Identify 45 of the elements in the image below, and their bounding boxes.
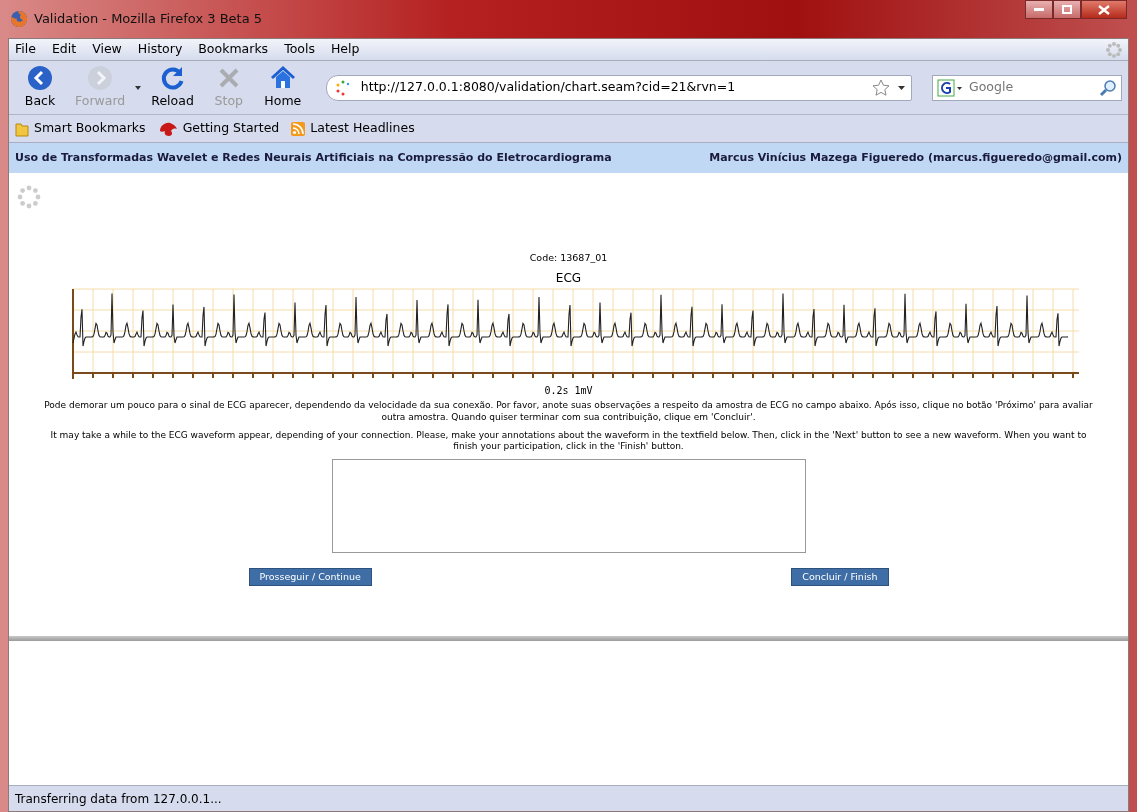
dropdown-arrow-icon[interactable] bbox=[898, 85, 905, 90]
dropdown-arrow-icon[interactable] bbox=[135, 85, 142, 90]
back-button[interactable]: Back bbox=[15, 64, 65, 111]
menu-item[interactable]: View bbox=[92, 40, 122, 59]
maximize-button[interactable] bbox=[1053, 0, 1081, 19]
throbber-icon bbox=[1106, 41, 1122, 58]
maximize-icon bbox=[1062, 5, 1072, 14]
bookmark-link[interactable]: Latest Headlines bbox=[291, 119, 415, 138]
close-button[interactable] bbox=[1081, 0, 1127, 19]
page-title: Uso de Transformadas Wavelet e Redes Neurais Artificiais na Compressão do Eletrocardiograma bbox=[15, 149, 612, 166]
search-engine-icon[interactable] bbox=[937, 77, 963, 98]
minimize-button[interactable] bbox=[1025, 0, 1053, 19]
address-bar[interactable]: http://127.0.0.1:8080/validation/chart.seam?cid=21&rvn=1 bbox=[325, 74, 912, 101]
chart-scale-label: 0.2s 1mV bbox=[544, 384, 593, 399]
bookmark-link[interactable]: Getting Started bbox=[157, 119, 280, 138]
sample-code: Code: 13687_01 bbox=[529, 251, 608, 265]
instructions-portuguese: Pode demorar um pouco para o sinal de ECG aparecer, dependendo da velocidade da sua conexão. Por favor, anote suas observações a respeito da amostra de ECG no campo abaixo. Após isso, clique no botão 'Próximo' para avaliar outra amostra. Quando quiser terminar com sua contribuição, clique em 'Concluir'. bbox=[43, 400, 1094, 424]
form-button[interactable]: Concluir / Finish bbox=[791, 568, 889, 587]
minimize-icon bbox=[1034, 7, 1044, 12]
reload-button[interactable]: Reload bbox=[145, 64, 200, 111]
folder-icon bbox=[15, 120, 29, 137]
loading-icon bbox=[334, 79, 351, 96]
rss-feed-icon bbox=[291, 121, 306, 136]
instructions-english: It may take a while to the ECG waveform appear, depending of your connection. Please, make your annotations about the waveform in the textfield below. Then, click in the 'Next' button to see a new waveform. When you want to finish your participation, click in the 'Finish' button. bbox=[49, 429, 1088, 453]
status-text: Transferring data from 127.0.0.1... bbox=[15, 790, 222, 808]
menu-item[interactable]: Tools bbox=[284, 40, 315, 59]
form-button[interactable]: Prosseguir / Continue bbox=[248, 568, 372, 587]
bookmark-link[interactable]: Smart Bookmarks bbox=[15, 119, 146, 138]
star-icon[interactable] bbox=[872, 78, 890, 97]
annotation-field[interactable] bbox=[331, 459, 806, 553]
search-bar[interactable]: Google bbox=[932, 74, 1122, 101]
loading-spinner-icon bbox=[17, 185, 41, 209]
chart-title: ECG bbox=[555, 270, 582, 288]
url-field[interactable]: http://127.0.0.1:8080/validation/chart.seam?cid=21&rvn=1 bbox=[358, 77, 872, 98]
menu-item[interactable]: Edit bbox=[51, 40, 77, 59]
firefox-logo-icon bbox=[10, 10, 28, 28]
window-title: Validation - Mozilla Firefox 3 Beta 5 bbox=[34, 10, 263, 29]
author-name: Marcus Vinícius Mazega Figueredo (marcus.figueredo@gmail.com) bbox=[709, 149, 1122, 166]
close-icon bbox=[1098, 4, 1110, 15]
search-icon[interactable] bbox=[1099, 78, 1117, 97]
menu-item[interactable]: File bbox=[15, 40, 36, 59]
menu-item[interactable]: Bookmarks bbox=[198, 40, 269, 59]
home-button[interactable]: Home bbox=[257, 64, 308, 111]
menu-item[interactable]: History bbox=[137, 40, 183, 59]
menu-item[interactable]: Help bbox=[330, 40, 360, 59]
